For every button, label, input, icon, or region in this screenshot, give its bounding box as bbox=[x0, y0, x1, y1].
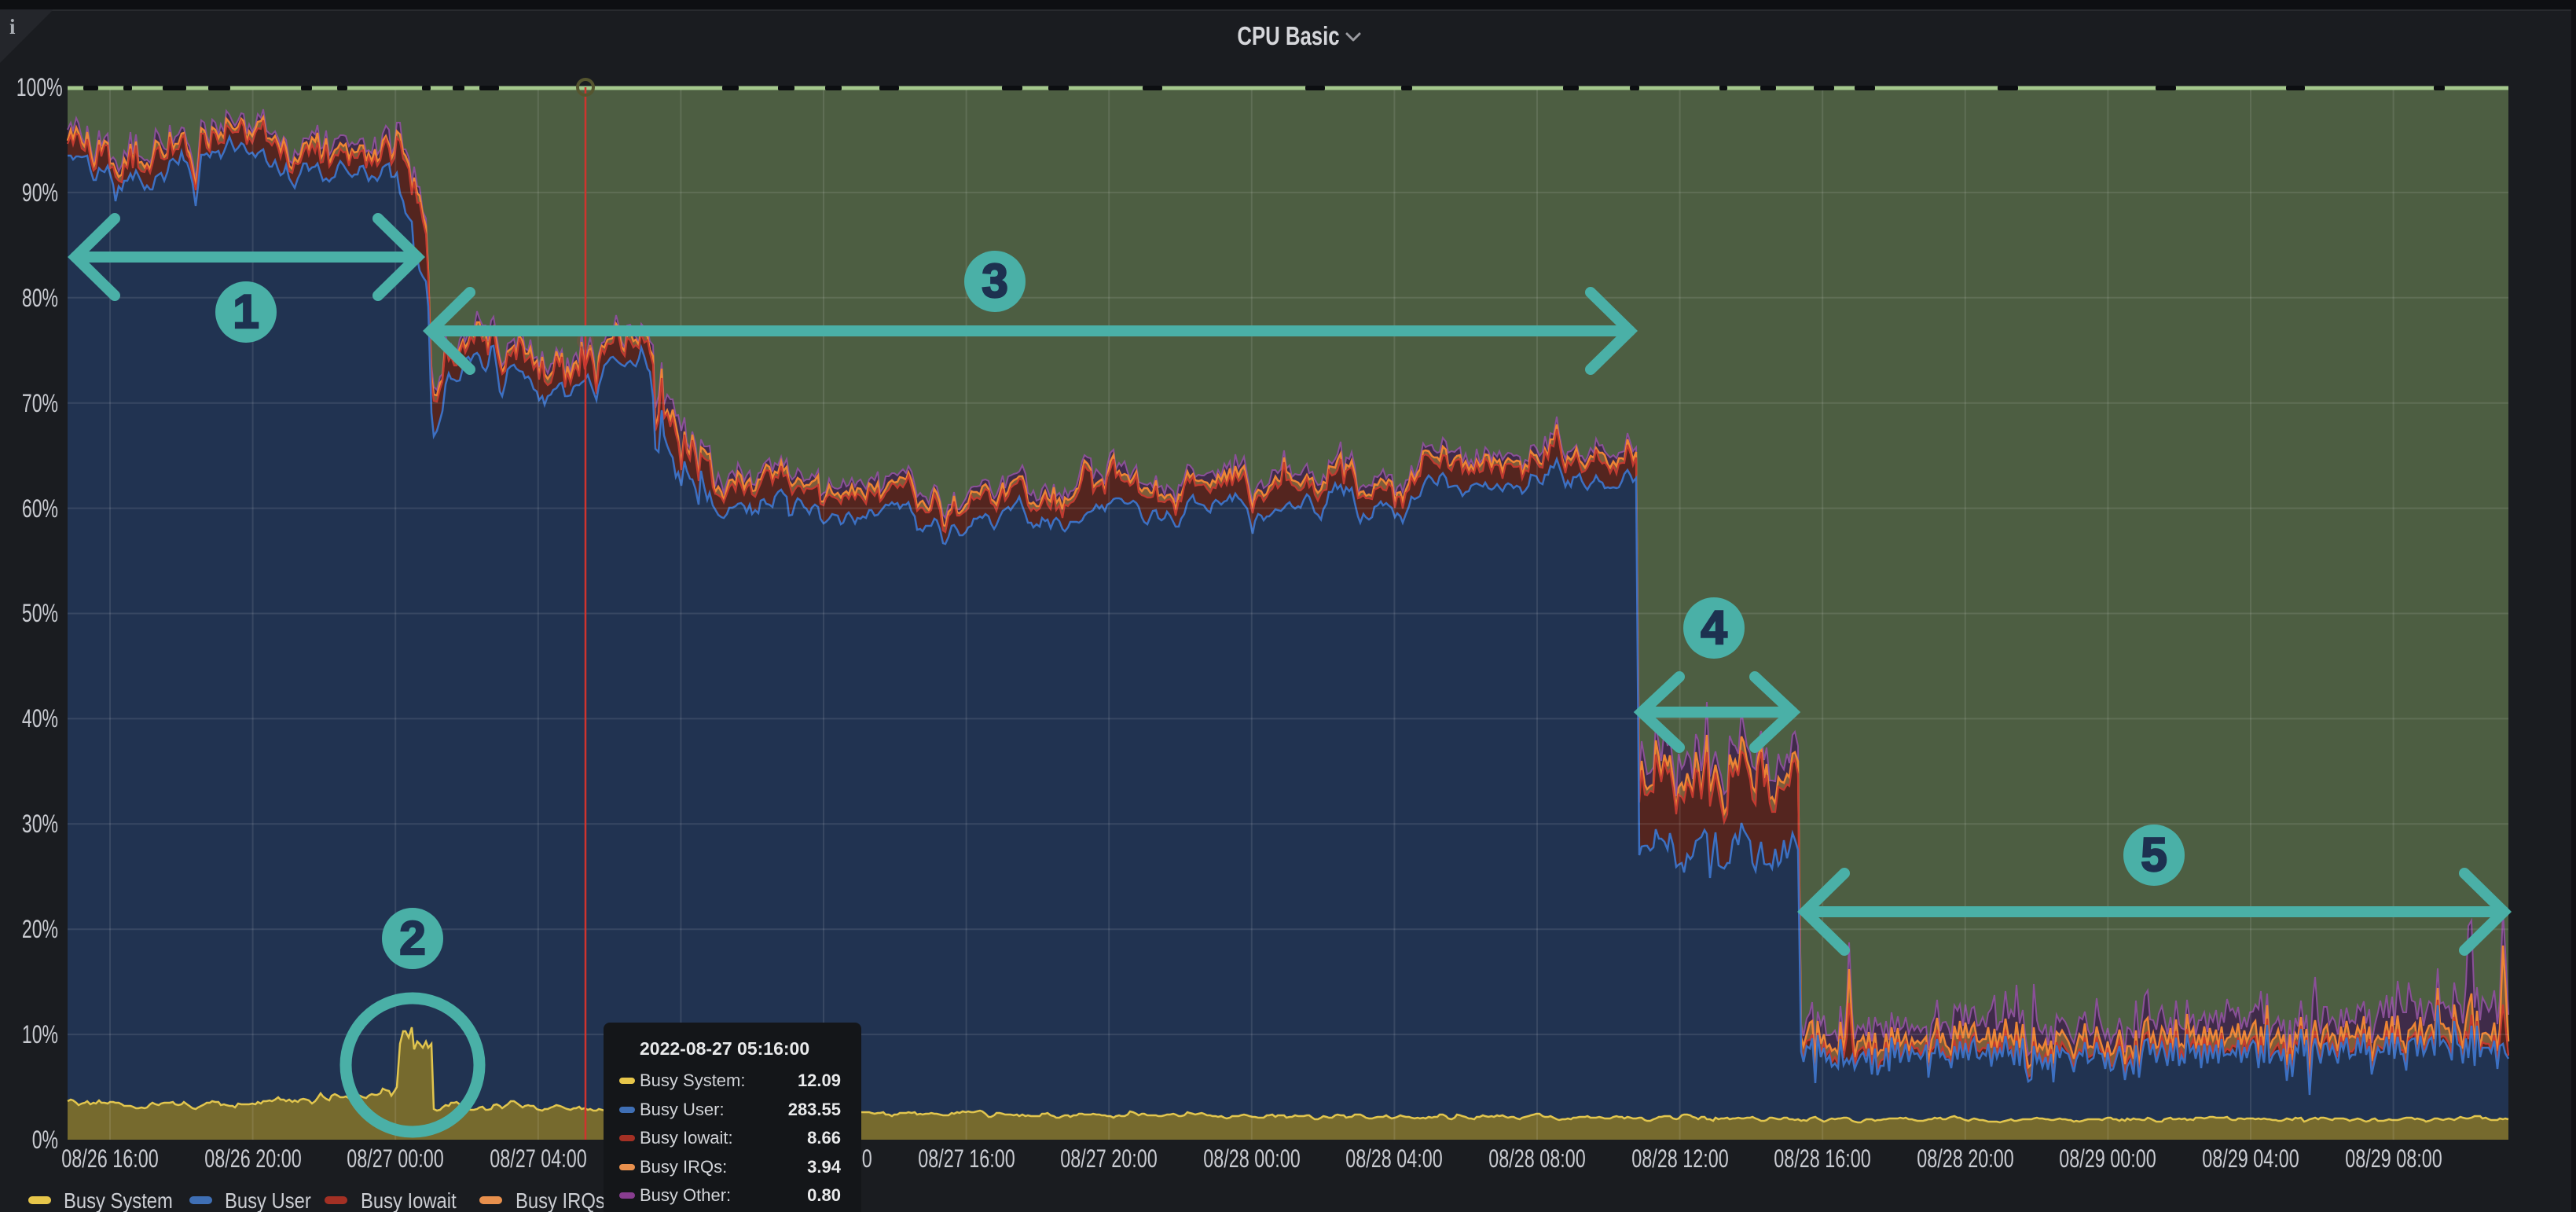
svg-text:4: 4 bbox=[1701, 601, 1727, 654]
svg-text:5: 5 bbox=[2141, 828, 2167, 881]
svg-text:3: 3 bbox=[982, 255, 1007, 307]
svg-text:2: 2 bbox=[399, 912, 425, 964]
svg-text:1: 1 bbox=[233, 285, 259, 338]
